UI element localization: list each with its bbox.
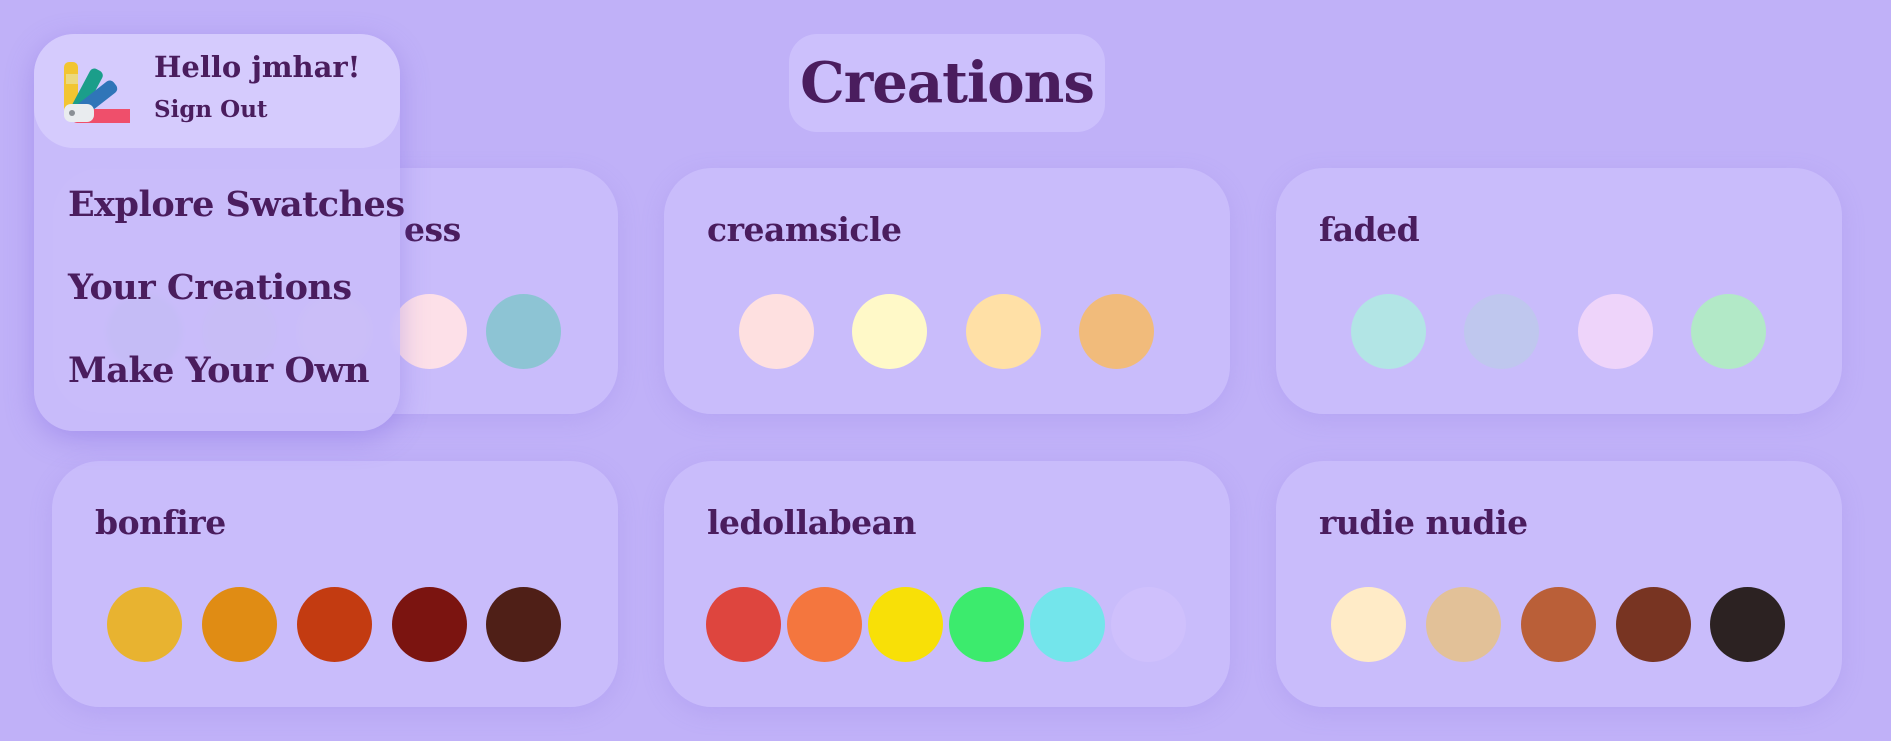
color-swatch[interactable] bbox=[392, 294, 467, 369]
page-title-box: Creations bbox=[789, 34, 1105, 132]
color-swatch[interactable] bbox=[202, 587, 277, 662]
page-title: Creations bbox=[800, 50, 1095, 116]
color-swatch[interactable] bbox=[1079, 294, 1154, 369]
color-swatch[interactable] bbox=[1111, 587, 1186, 662]
color-swatch[interactable] bbox=[852, 294, 927, 369]
color-swatch[interactable] bbox=[1521, 587, 1596, 662]
palette-card[interactable]: faded bbox=[1276, 168, 1842, 414]
palette-name: ess bbox=[404, 210, 461, 249]
color-swatch[interactable] bbox=[1710, 587, 1785, 662]
palette-name: ledollabean bbox=[707, 503, 917, 542]
palette-name: creamsicle bbox=[707, 210, 902, 249]
color-swatch[interactable] bbox=[868, 587, 943, 662]
color-swatch[interactable] bbox=[1030, 587, 1105, 662]
menu-item-make-your-own[interactable]: Make Your Own bbox=[68, 350, 370, 391]
color-swatch[interactable] bbox=[1351, 294, 1426, 369]
menu-item-explore-swatches[interactable]: Explore Swatches bbox=[68, 184, 405, 225]
palette-card[interactable]: rudie nudie bbox=[1276, 461, 1842, 707]
palette-name: bonfire bbox=[95, 503, 226, 542]
nav-menu: Hello jmhar! Sign Out Explore Swatches Y… bbox=[34, 34, 405, 431]
color-swatch[interactable] bbox=[297, 587, 372, 662]
palette-card[interactable]: ledollabean bbox=[664, 461, 1230, 707]
palette-name: rudie nudie bbox=[1319, 503, 1528, 542]
palette-card[interactable]: bonfire bbox=[52, 461, 618, 707]
swatch-row bbox=[664, 587, 1230, 663]
color-swatch[interactable] bbox=[1331, 587, 1406, 662]
color-swatch[interactable] bbox=[107, 587, 182, 662]
color-swatch[interactable] bbox=[949, 587, 1024, 662]
color-swatch[interactable] bbox=[706, 587, 781, 662]
swatch-row bbox=[1276, 294, 1842, 370]
color-swatch[interactable] bbox=[1426, 587, 1501, 662]
sign-out-link[interactable]: Sign Out bbox=[154, 96, 268, 123]
swatch-row bbox=[664, 294, 1230, 370]
color-swatch[interactable] bbox=[486, 587, 561, 662]
swatch-row bbox=[52, 587, 618, 663]
color-swatch[interactable] bbox=[966, 294, 1041, 369]
color-swatch[interactable] bbox=[739, 294, 814, 369]
color-swatch[interactable] bbox=[1616, 587, 1691, 662]
color-swatch[interactable] bbox=[1691, 294, 1766, 369]
color-swatch[interactable] bbox=[392, 587, 467, 662]
greeting: Hello jmhar! bbox=[154, 50, 361, 84]
menu-item-your-creations[interactable]: Your Creations bbox=[68, 267, 352, 308]
color-swatch[interactable] bbox=[787, 587, 862, 662]
color-swatch[interactable] bbox=[1578, 294, 1653, 369]
color-swatch[interactable] bbox=[1464, 294, 1539, 369]
palette-name: faded bbox=[1319, 210, 1420, 249]
color-swatch[interactable] bbox=[486, 294, 561, 369]
palette-card[interactable]: creamsicle bbox=[664, 168, 1230, 414]
swatch-fan-logo-icon bbox=[64, 62, 130, 123]
swatch-row bbox=[1276, 587, 1842, 663]
user-panel: Hello jmhar! Sign Out bbox=[34, 34, 400, 148]
